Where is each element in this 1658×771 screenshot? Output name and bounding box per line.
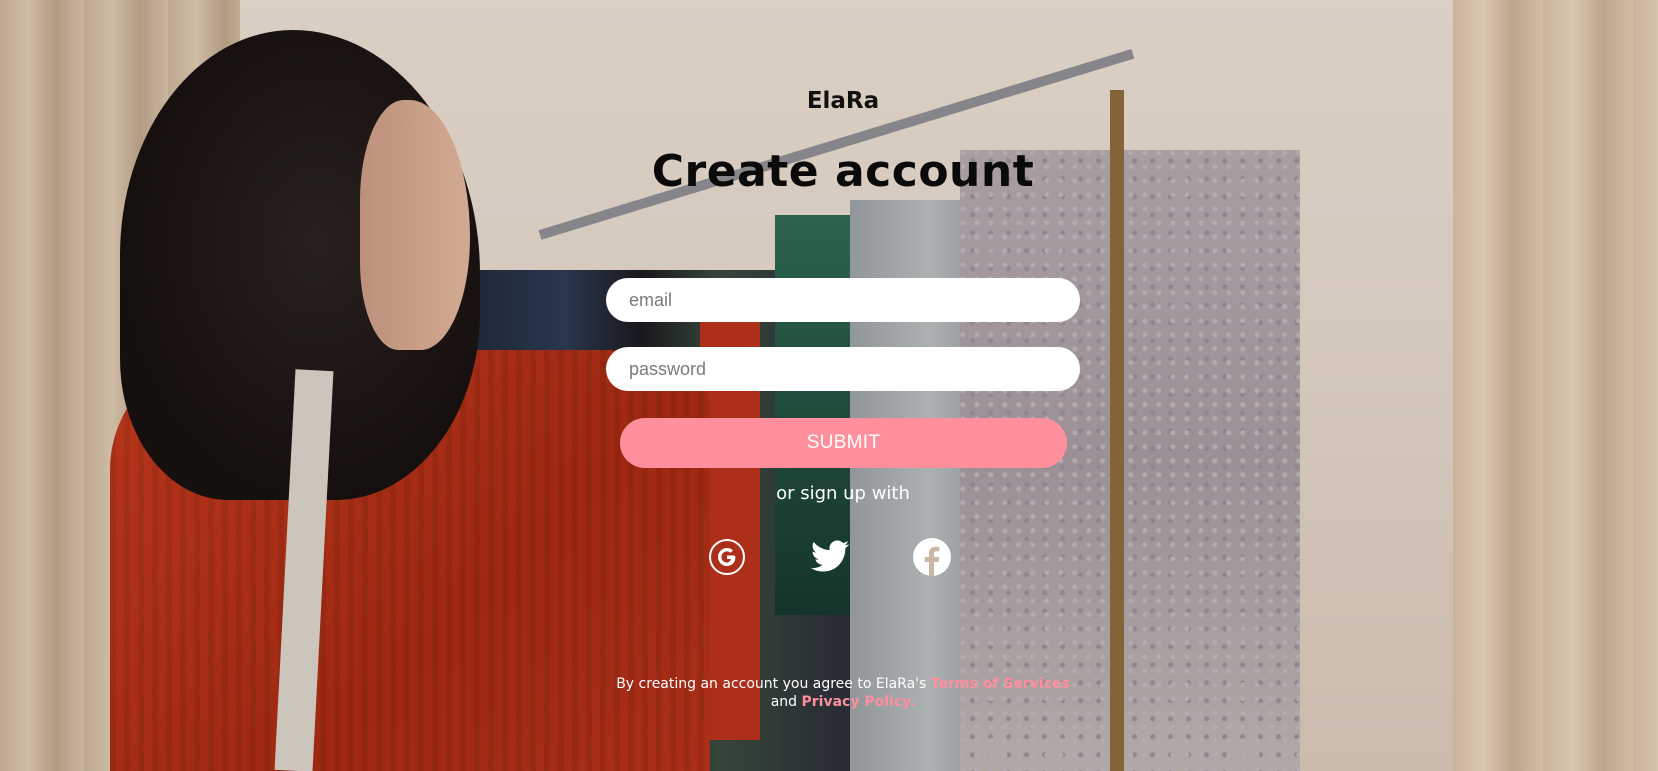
legal-middle: and [770, 694, 802, 710]
facebook-signup-button[interactable] [910, 535, 954, 579]
legal-notice: By creating an account you agree to ElaR… [560, 675, 1126, 711]
submit-button[interactable]: SUBMIT [620, 418, 1067, 468]
twitter-signup-button[interactable] [808, 535, 852, 579]
terms-link[interactable]: Terms of Services [931, 676, 1070, 692]
legal-prefix: By creating an account you agree to ElaR… [616, 676, 931, 692]
facebook-icon [913, 538, 951, 576]
page-title: Create account [651, 146, 1035, 197]
privacy-link[interactable]: Privacy Policy. [802, 694, 916, 710]
social-prompt: or sign up with [776, 483, 910, 504]
signup-page: ElaRa Create account SUBMIT or sign up w… [0, 0, 1658, 771]
email-field[interactable] [606, 278, 1080, 322]
brand-logo: ElaRa [806, 88, 880, 114]
google-icon [709, 539, 745, 575]
twitter-icon [811, 540, 850, 572]
google-signup-button[interactable] [705, 535, 749, 579]
password-field[interactable] [606, 347, 1080, 391]
